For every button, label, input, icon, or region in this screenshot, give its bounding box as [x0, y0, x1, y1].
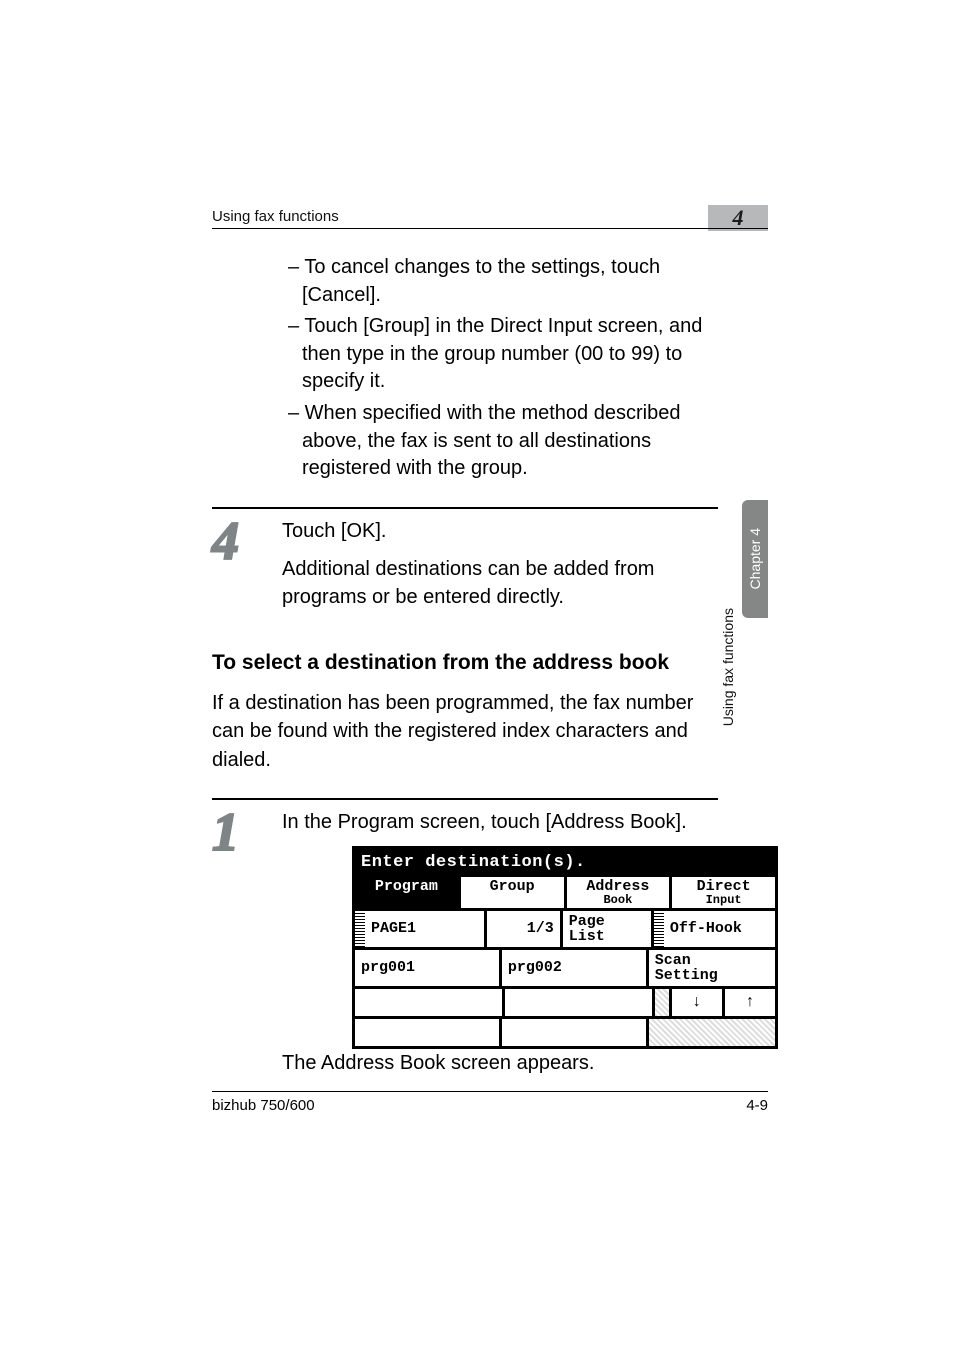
dim-cell [649, 1019, 775, 1046]
tab-group[interactable]: Group [461, 877, 567, 908]
section-heading: To select a destination from the address… [212, 651, 718, 675]
program-entry-empty[interactable] [502, 1019, 649, 1046]
bullet-list: – To cancel changes to the settings, tou… [288, 254, 718, 483]
program-entry-empty[interactable] [355, 1019, 502, 1046]
program-entry-empty[interactable] [355, 989, 505, 1016]
fax-row: prg001 prg002 Scan Setting [355, 950, 775, 989]
side-text: Using fax functions [720, 608, 736, 726]
section-intro: If a destination has been programmed, th… [212, 689, 718, 774]
grip-icon [355, 911, 365, 947]
tab-program[interactable]: Program [355, 877, 461, 908]
tab-direct-input[interactable]: Direct Input [672, 877, 775, 908]
tab-label-line2: Book [569, 894, 668, 906]
bullet-item: – Touch [Group] in the Direct Input scre… [288, 313, 718, 396]
bullet-item: – To cancel changes to the settings, tou… [288, 254, 718, 309]
grip-icon [654, 911, 664, 947]
side-tab: Chapter 4 [742, 500, 768, 618]
dim-cell [655, 989, 672, 1016]
step-instruction: Touch [OK]. [282, 517, 718, 545]
arrow-down-icon: ↓ [692, 991, 702, 1013]
step-4: 4 Touch [OK]. Additional destinations ca… [212, 517, 718, 621]
step-divider [212, 798, 718, 800]
side-tab-label: Chapter 4 [747, 528, 763, 589]
footer-left: bizhub 750/600 [212, 1097, 315, 1114]
step-1: 1 In the Program screen, touch [Address … [212, 808, 718, 1087]
off-hook-button[interactable]: Off-Hook [664, 911, 775, 947]
label-line2: List [569, 928, 605, 945]
step-divider [212, 507, 718, 509]
page-list-button[interactable]: Page List [563, 911, 654, 947]
step-instruction: In the Program screen, touch [Address Bo… [282, 808, 778, 836]
fax-row: PAGE1 1/3 Page List Off-Hook [355, 911, 775, 950]
label-line2: Setting [655, 967, 718, 984]
step-note: Additional destinations can be added fro… [282, 555, 718, 611]
scan-setting-button[interactable]: Scan Setting [649, 950, 775, 986]
step-result: The Address Book screen appears. [282, 1049, 778, 1077]
bullet-item: – When specified with the method describ… [288, 400, 718, 483]
step-number: 1 [212, 808, 258, 857]
program-entry[interactable]: prg001 [355, 950, 502, 986]
header-rule [212, 228, 768, 229]
arrow-up-icon: ↑ [745, 991, 755, 1013]
fax-panel: Enter destination(s). Program Group Addr… [352, 846, 778, 1049]
page-counter: 1/3 [487, 911, 563, 947]
footer-rule [212, 1091, 768, 1092]
fax-row [355, 1019, 775, 1046]
program-entry-empty[interactable] [505, 989, 655, 1016]
running-head-title: Using fax functions [212, 208, 339, 225]
scroll-up-button[interactable]: ↑ [725, 989, 775, 1016]
scroll-down-button[interactable]: ↓ [672, 989, 725, 1016]
footer-right: 4-9 [746, 1097, 768, 1114]
fax-row: ↓ ↑ [355, 989, 775, 1019]
page-label: PAGE1 [365, 911, 487, 947]
tab-address-book[interactable]: Address Book [567, 877, 673, 908]
program-entry[interactable]: prg002 [502, 950, 649, 986]
step-number: 4 [212, 517, 258, 566]
fax-title: Enter destination(s). [355, 849, 775, 877]
fax-tabs: Program Group Address Book Direct Input [355, 877, 775, 911]
tab-label-line2: Input [674, 894, 773, 906]
